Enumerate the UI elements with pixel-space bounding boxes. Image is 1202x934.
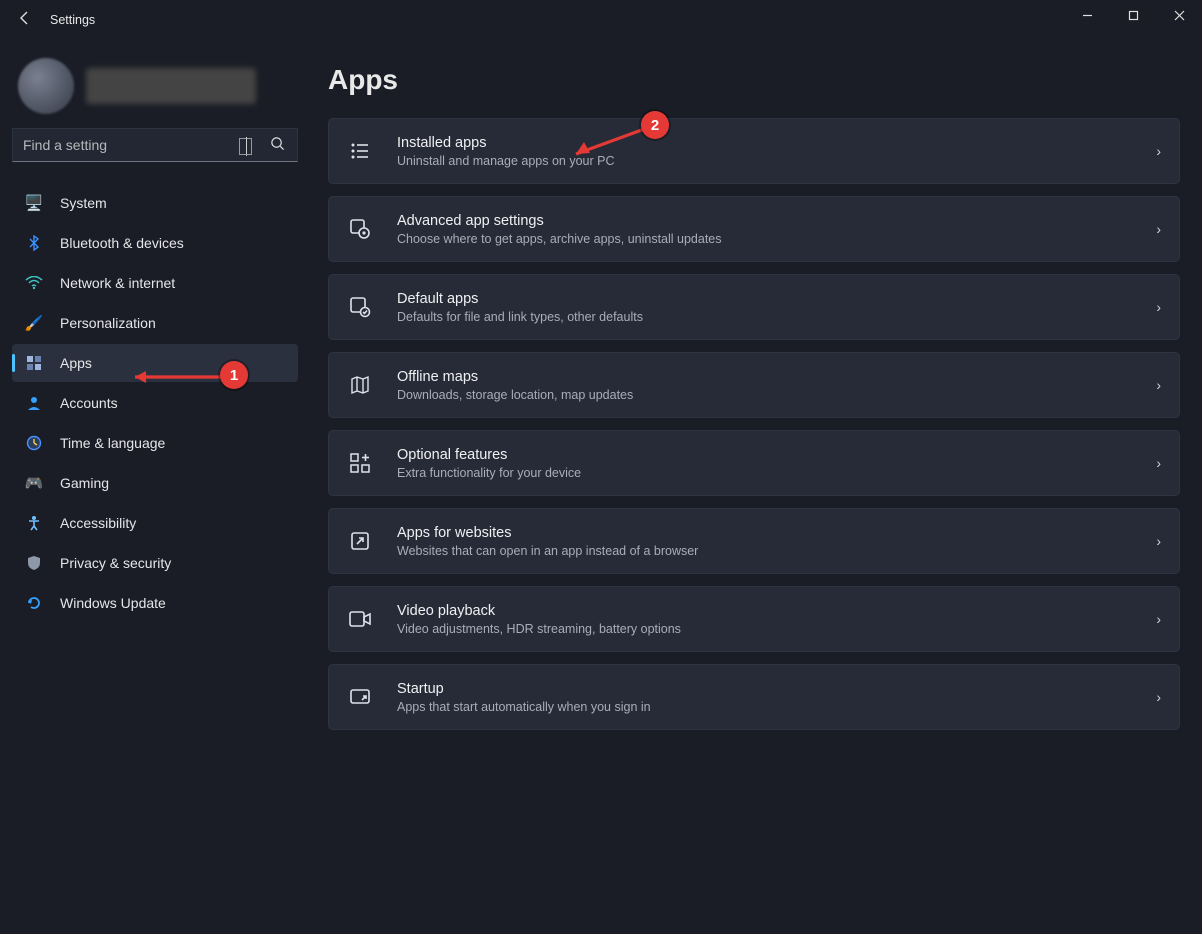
card-offline-maps[interactable]: Offline maps Downloads, storage location…: [328, 352, 1180, 418]
search-input[interactable]: [23, 137, 266, 153]
app-gear-icon: [343, 212, 377, 246]
card-optional-features[interactable]: Optional features Extra functionality fo…: [328, 430, 1180, 496]
sidebar-item-windows-update[interactable]: Windows Update: [12, 584, 298, 622]
card-title: Startup: [397, 681, 1156, 697]
bluetooth-icon: [24, 233, 44, 253]
sidebar-item-system[interactable]: 🖥️ System: [12, 184, 298, 222]
update-icon: [24, 593, 44, 613]
sidebar-item-label: Time & language: [60, 435, 165, 451]
card-desc: Choose where to get apps, archive apps, …: [397, 232, 1156, 246]
paintbrush-icon: 🖌️: [24, 313, 44, 333]
maximize-button[interactable]: [1110, 0, 1156, 30]
card-title: Advanced app settings: [397, 213, 1156, 229]
card-title: Optional features: [397, 447, 1156, 463]
default-apps-icon: [343, 290, 377, 324]
card-desc: Extra functionality for your device: [397, 466, 1156, 480]
chevron-right-icon: ›: [1156, 377, 1161, 393]
avatar: [18, 58, 74, 114]
clock-icon: [24, 433, 44, 453]
sidebar-item-network[interactable]: Network & internet: [12, 264, 298, 302]
sidebar-item-label: Windows Update: [60, 595, 166, 611]
card-title: Apps for websites: [397, 525, 1156, 541]
back-button[interactable]: [10, 10, 40, 31]
sidebar-item-label: System: [60, 195, 107, 211]
annotation-arrow-2: [562, 122, 652, 167]
sidebar-item-bluetooth[interactable]: Bluetooth & devices: [12, 224, 298, 262]
sidebar-item-label: Bluetooth & devices: [60, 235, 184, 251]
map-icon: [343, 368, 377, 402]
chevron-right-icon: ›: [1156, 143, 1161, 159]
startup-icon: [343, 680, 377, 714]
accessibility-icon: [24, 513, 44, 533]
sidebar-item-label: Gaming: [60, 475, 109, 491]
gamepad-icon: 🎮: [24, 473, 44, 493]
annotation-badge-1: 1: [220, 361, 248, 389]
minimize-button[interactable]: [1064, 0, 1110, 30]
card-startup[interactable]: Startup Apps that start automatically wh…: [328, 664, 1180, 730]
sidebar-item-privacy[interactable]: Privacy & security: [12, 544, 298, 582]
card-title: Video playback: [397, 603, 1156, 619]
person-icon: [24, 393, 44, 413]
chevron-right-icon: ›: [1156, 299, 1161, 315]
card-installed-apps[interactable]: Installed apps Uninstall and manage apps…: [328, 118, 1180, 184]
card-desc: Apps that start automatically when you s…: [397, 700, 1156, 714]
card-desc: Uninstall and manage apps on your PC: [397, 154, 1156, 168]
card-desc: Defaults for file and link types, other …: [397, 310, 1156, 324]
card-apps-for-websites[interactable]: Apps for websites Websites that can open…: [328, 508, 1180, 574]
open-external-icon: [343, 524, 377, 558]
card-title: Default apps: [397, 291, 1156, 307]
grid-plus-icon: [343, 446, 377, 480]
wifi-icon: [24, 273, 44, 293]
window-title: Settings: [50, 13, 95, 27]
sidebar-item-time-language[interactable]: Time & language: [12, 424, 298, 462]
list-icon: [343, 134, 377, 168]
video-icon: [343, 602, 377, 636]
titlebar: Settings: [0, 0, 1202, 40]
card-video-playback[interactable]: Video playback Video adjustments, HDR st…: [328, 586, 1180, 652]
sidebar-item-label: Privacy & security: [60, 555, 171, 571]
account-header[interactable]: [12, 50, 298, 122]
nav: 🖥️ System Bluetooth & devices Network & …: [12, 184, 298, 622]
card-desc: Video adjustments, HDR streaming, batter…: [397, 622, 1156, 636]
system-icon: 🖥️: [24, 193, 44, 213]
text-cursor-icon: [239, 138, 252, 155]
chevron-right-icon: ›: [1156, 221, 1161, 237]
chevron-right-icon: ›: [1156, 455, 1161, 471]
sidebar-item-label: Apps: [60, 355, 92, 371]
main-content: Apps Installed apps Uninstall and manage…: [310, 40, 1202, 934]
card-title: Installed apps: [397, 135, 1156, 151]
sidebar: 🖥️ System Bluetooth & devices Network & …: [0, 40, 310, 934]
sidebar-item-label: Accessibility: [60, 515, 136, 531]
close-button[interactable]: [1156, 0, 1202, 30]
card-title: Offline maps: [397, 369, 1156, 385]
search-icon[interactable]: [266, 136, 289, 154]
search-box[interactable]: [12, 128, 298, 162]
sidebar-item-accessibility[interactable]: Accessibility: [12, 504, 298, 542]
sidebar-item-label: Personalization: [60, 315, 156, 331]
card-desc: Websites that can open in an app instead…: [397, 544, 1156, 558]
annotation-arrow-1: [120, 367, 230, 392]
card-advanced-app-settings[interactable]: Advanced app settings Choose where to ge…: [328, 196, 1180, 262]
card-default-apps[interactable]: Default apps Defaults for file and link …: [328, 274, 1180, 340]
shield-icon: [24, 553, 44, 573]
chevron-right-icon: ›: [1156, 533, 1161, 549]
page-title: Apps: [328, 64, 1180, 96]
sidebar-item-label: Network & internet: [60, 275, 175, 291]
window-controls: [1064, 0, 1202, 30]
sidebar-item-personalization[interactable]: 🖌️ Personalization: [12, 304, 298, 342]
chevron-right-icon: ›: [1156, 611, 1161, 627]
annotation-badge-2: 2: [641, 111, 669, 139]
settings-card-list: Installed apps Uninstall and manage apps…: [328, 118, 1180, 730]
chevron-right-icon: ›: [1156, 689, 1161, 705]
card-desc: Downloads, storage location, map updates: [397, 388, 1156, 402]
apps-icon: [24, 353, 44, 373]
account-name-blurred: [86, 68, 256, 104]
sidebar-item-gaming[interactable]: 🎮 Gaming: [12, 464, 298, 502]
sidebar-item-label: Accounts: [60, 395, 118, 411]
